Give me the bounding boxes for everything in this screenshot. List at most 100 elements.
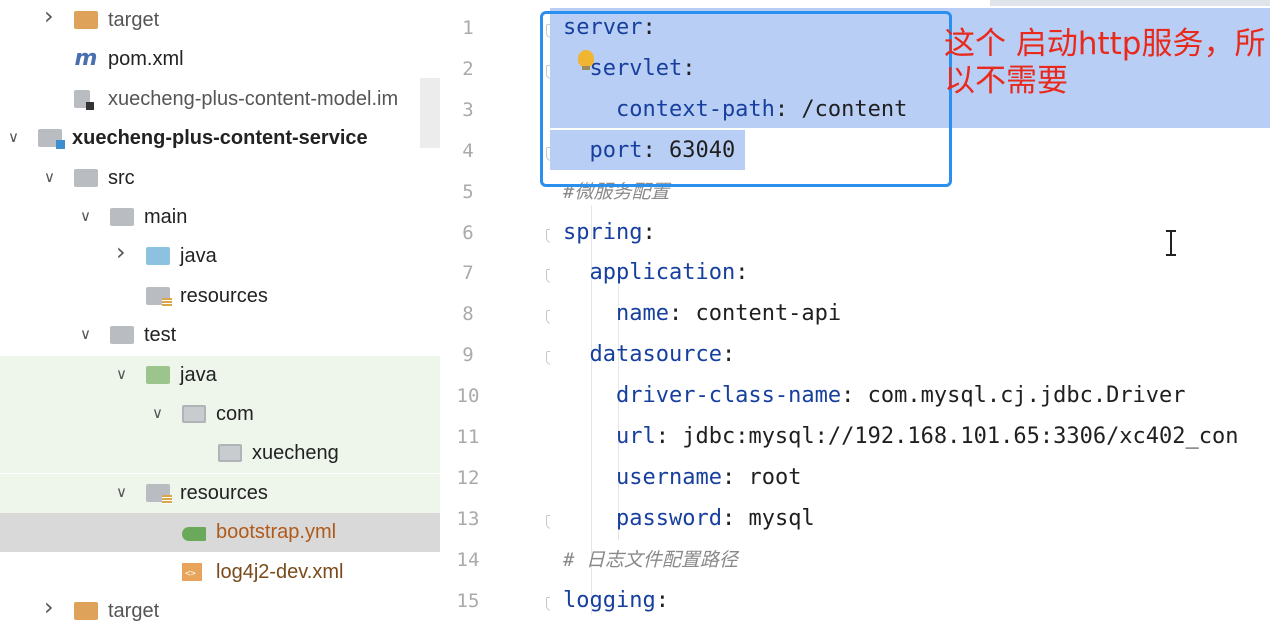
tree-item[interactable]: resources: [0, 277, 440, 316]
iml-file-icon: [74, 89, 94, 110]
tree-item-label: main: [144, 206, 188, 228]
tree-item[interactable]: › java: [0, 237, 440, 276]
tree-item[interactable]: ∨ src: [0, 159, 440, 198]
line-number: 12: [456, 466, 480, 489]
tree-item-label: test: [144, 324, 177, 347]
code-line[interactable]: # 日志文件配置路径: [563, 540, 738, 580]
yaml-key: datasource: [563, 342, 722, 368]
line-number: 8: [462, 303, 474, 326]
tree-item[interactable]: › target: [0, 592, 440, 631]
tree-item[interactable]: bootstrap.yml: [0, 513, 440, 553]
yaml-separator: :: [841, 383, 868, 409]
chevron-down-icon[interactable]: ∨: [8, 128, 22, 146]
line-number: 6: [462, 221, 474, 244]
tree-item[interactable]: ∨ test: [0, 316, 440, 355]
folder-grey-icon: [110, 208, 134, 226]
tree-item[interactable]: <> log4j2-dev.xml: [0, 553, 440, 592]
chevron-down-icon[interactable]: ∨: [152, 404, 166, 422]
xml-file-icon: <>: [182, 562, 202, 581]
yaml-value: content-api: [695, 301, 842, 327]
line-number: 1: [462, 17, 474, 39]
tree-item-label: xuecheng: [252, 442, 339, 465]
code-line[interactable]: datasource:: [563, 335, 735, 375]
tree-item-label: resources: [180, 284, 268, 307]
tree-item-label: src: [108, 166, 135, 189]
maven-icon: m: [74, 46, 98, 72]
tree-item-label: com: [216, 403, 254, 425]
code-line[interactable]: password: mysql: [563, 499, 815, 539]
line-number: 13: [456, 507, 480, 530]
yaml-value: root: [748, 464, 802, 490]
yaml-separator: :: [721, 342, 736, 368]
yaml-value: com.mysql.cj.jdbc.Driver: [867, 383, 1186, 409]
package-icon: [182, 405, 206, 423]
tree-item[interactable]: xuecheng-plus-content-model.im: [0, 80, 440, 119]
folder-grey-icon: [74, 168, 98, 187]
chevron-down-icon[interactable]: ∨: [80, 207, 94, 225]
line-number: 2: [462, 57, 474, 80]
editor-gutter: 1 2 3 4 5 6 7 8 9 10 11 12 13 14 15: [440, 0, 558, 632]
code-line[interactable]: driver-class-name: com.mysql.cj.jdbc.Dri…: [563, 376, 1186, 416]
chevron-right-icon[interactable]: ›: [44, 595, 58, 619]
tree-scrollbar[interactable]: [420, 78, 440, 148]
tree-item[interactable]: m pom.xml: [0, 40, 440, 79]
tree-item[interactable]: ∨ com: [0, 395, 440, 434]
folder-blue-icon: [146, 247, 170, 266]
annotation-text: 这个 启动http服务，所以不需要: [944, 26, 1266, 99]
project-tree: › target m pom.xml xuecheng-plus-content-mod…: [0, 0, 440, 632]
yaml-key: username: [563, 464, 722, 490]
yaml-separator: :: [655, 587, 669, 613]
tree-item-label: java: [180, 363, 217, 386]
yaml-value: mysql: [748, 505, 815, 531]
code-line[interactable]: name: content-api: [563, 294, 841, 334]
test-resources-folder-icon: [146, 483, 172, 504]
yaml-key: name: [563, 301, 669, 327]
yaml-separator: :: [735, 260, 749, 286]
yaml-separator: :: [655, 424, 683, 449]
yaml-key: spring: [563, 219, 643, 245]
chevron-down-icon[interactable]: ∨: [116, 483, 130, 501]
yaml-separator: :: [721, 505, 749, 531]
chevron-down-icon[interactable]: ∨: [116, 365, 130, 383]
line-number: 10: [456, 385, 480, 408]
yaml-separator: :: [721, 464, 749, 490]
chevron-right-icon[interactable]: ›: [44, 4, 58, 28]
line-number: 9: [462, 344, 474, 367]
text-cursor-icon: [1166, 230, 1176, 256]
yaml-key: password: [563, 505, 722, 531]
annotation-highlight-box: [540, 11, 952, 187]
line-number: 11: [456, 426, 480, 448]
tree-item-label: log4j2-dev.xml: [216, 560, 344, 583]
tree-item-label: bootstrap.yml: [216, 521, 337, 544]
chevron-down-icon[interactable]: ∨: [44, 168, 58, 186]
yaml-file-icon: [182, 527, 206, 542]
code-line[interactable]: url: jdbc:mysql://192.168.101.65:3306/xc…: [563, 417, 1239, 457]
code-line[interactable]: spring:: [563, 213, 656, 253]
chevron-right-icon[interactable]: ›: [116, 240, 130, 264]
tree-item[interactable]: ∨ xuecheng-plus-content-service: [0, 119, 440, 158]
tree-item[interactable]: xuecheng: [0, 434, 440, 474]
folder-green-icon: [146, 365, 170, 384]
tree-item[interactable]: ∨ java: [0, 355, 440, 395]
editor-tab-strip: [990, 0, 1270, 6]
yaml-separator: :: [668, 301, 696, 327]
code-line[interactable]: application:: [563, 253, 748, 293]
tree-item-label: target: [108, 600, 160, 622]
tree-item-label: xuecheng-plus-content-model.im: [108, 87, 399, 110]
folder-orange-icon: [74, 11, 98, 29]
code-comment: # 日志文件配置路径: [563, 548, 738, 571]
yaml-key: url: [563, 424, 656, 449]
tree-item-label: target: [108, 9, 160, 31]
folder-grey-icon: [110, 326, 134, 345]
code-line[interactable]: username: root: [563, 458, 801, 498]
line-number: 15: [456, 589, 480, 612]
yaml-key: logging: [563, 587, 656, 613]
tree-item-label: java: [180, 245, 217, 268]
tree-item-label: resources: [180, 481, 268, 504]
tree-item[interactable]: › target: [0, 1, 440, 40]
tree-item[interactable]: ∨ main: [0, 198, 440, 237]
chevron-down-icon[interactable]: ∨: [80, 325, 94, 343]
code-line[interactable]: logging:: [563, 581, 669, 621]
yaml-separator: :: [642, 219, 656, 245]
tree-item[interactable]: ∨ resources: [0, 473, 440, 513]
